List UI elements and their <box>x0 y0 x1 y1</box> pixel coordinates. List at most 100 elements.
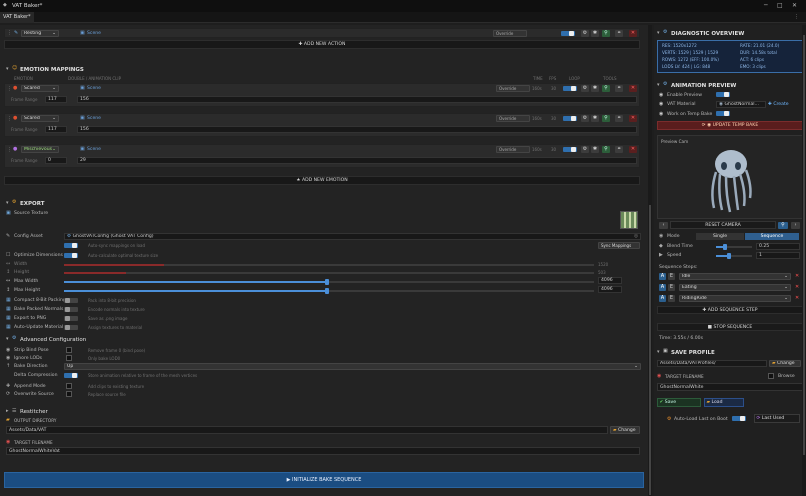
action-state-dropdown[interactable]: Resting ⌄ <box>21 30 59 37</box>
collapse-save-icon[interactable]: ▾ <box>657 350 660 355</box>
sync-mappings-button[interactable]: Sync Mappings <box>598 242 640 249</box>
collapse-export-icon[interactable]: ▾ <box>6 201 9 206</box>
collapse-anim-icon[interactable]: ▾ <box>657 83 660 88</box>
step-clip-dropdown[interactable]: RidingRide ⌄ <box>679 295 791 302</box>
override-button[interactable]: Override <box>496 146 530 153</box>
run-icon[interactable]: ⚲ <box>602 30 610 37</box>
camera-icon[interactable]: ⚲ <box>778 222 788 229</box>
overwrite-checkbox[interactable] <box>66 391 72 397</box>
delete-icon[interactable]: ✕ <box>629 85 637 92</box>
preview-viewport[interactable]: Preview Cam <box>657 135 803 219</box>
mode-single-tab[interactable]: Single <box>696 233 744 240</box>
frame-end-input[interactable]: 156 <box>77 126 637 133</box>
remove-step-icon[interactable]: ✕ <box>795 296 799 301</box>
step-e-button[interactable]: E <box>668 273 675 280</box>
link-icon[interactable]: ⚭ <box>615 30 623 37</box>
emotion-dropdown[interactable]: Scared ⌄ <box>21 85 59 92</box>
minimize-button[interactable]: ─ <box>764 2 768 9</box>
gear-icon[interactable]: ✱ <box>591 146 599 153</box>
loop-toggle[interactable] <box>563 147 577 152</box>
emotion-clip-link[interactable]: Scene <box>87 86 101 91</box>
enable-preview-toggle[interactable] <box>716 92 730 97</box>
load-profile-button[interactable]: ▰ Load <box>704 398 744 407</box>
auto-sync-toggle[interactable] <box>64 243 78 248</box>
target-filename-field[interactable]: GhostNormalWhiteVat <box>6 447 640 455</box>
auto-load-toggle[interactable] <box>732 416 746 421</box>
settings-icon[interactable]: ⚙ <box>581 30 589 37</box>
change-profile-button[interactable]: ▰ Change <box>769 360 801 367</box>
step-e-button[interactable]: E <box>668 295 675 302</box>
vat-material-field[interactable]: ◉ GhostNormal... <box>716 101 766 108</box>
step-a-button[interactable]: A <box>659 284 666 291</box>
frame-start-input[interactable]: 0 <box>45 157 67 164</box>
next-camera-icon[interactable]: › <box>791 222 800 229</box>
output-dir-field[interactable]: Assets/Data/VAT <box>6 426 608 434</box>
settings-icon[interactable]: ⚙ <box>581 115 589 122</box>
export-png-toggle[interactable] <box>64 316 78 321</box>
action-clip-link[interactable]: Scene <box>87 31 101 36</box>
step-clip-dropdown[interactable]: Eating ⌄ <box>679 284 791 291</box>
emotion-dropdown[interactable]: Scared ⌄ <box>21 115 59 122</box>
frame-start-input[interactable]: 117 <box>45 96 67 103</box>
frame-end-input[interactable]: 29 <box>77 157 637 164</box>
strip-bind-checkbox[interactable] <box>66 347 72 353</box>
add-sequence-step-button[interactable]: ✚ ADD SEQUENCE STEP <box>657 306 803 314</box>
more-options-icon[interactable]: ⋮ <box>794 15 799 20</box>
link-icon[interactable]: ⚭ <box>615 85 623 92</box>
reset-camera-button[interactable]: RESET CAMERA <box>670 221 776 229</box>
max-height-slider[interactable] <box>64 288 594 294</box>
grip-icon[interactable]: ⋮ <box>7 31 12 36</box>
delete-icon[interactable]: ✕ <box>629 30 637 37</box>
step-clip-dropdown[interactable]: Idle ⌄ <box>679 273 791 280</box>
collapse-diag-icon[interactable]: ▾ <box>657 31 660 36</box>
left-scrollbar[interactable] <box>648 25 652 496</box>
add-emotion-button[interactable]: ★ ADD NEW EMOTION <box>4 176 640 185</box>
grip-icon[interactable]: ⋮ <box>7 87 12 92</box>
frame-start-input[interactable]: 117 <box>45 126 67 133</box>
link-icon[interactable]: ⚭ <box>615 115 623 122</box>
height-slider[interactable] <box>64 272 594 274</box>
grip-icon[interactable]: ⋮ <box>7 117 12 122</box>
ignore-lods-checkbox[interactable] <box>66 355 72 361</box>
texture-thumbnail[interactable] <box>620 211 638 229</box>
step-e-button[interactable]: E <box>668 284 675 291</box>
collapse-restitcher-icon[interactable]: ▸ <box>6 409 9 414</box>
run-icon[interactable]: ⚲ <box>602 115 610 122</box>
profile-target-field[interactable]: GhostNormalWhite <box>657 383 803 391</box>
change-output-button[interactable]: ▰ Change <box>610 426 640 434</box>
work-temp-toggle[interactable] <box>716 111 730 116</box>
grip-icon[interactable]: ⋮ <box>7 148 12 153</box>
loop-toggle[interactable] <box>563 116 577 121</box>
auto-update-toggle[interactable] <box>64 325 78 330</box>
gear-icon[interactable]: ✱ <box>591 30 599 37</box>
remove-step-icon[interactable]: ✕ <box>795 285 799 290</box>
create-material-button[interactable]: ✚ Create <box>768 101 800 108</box>
append-checkbox[interactable] <box>66 383 72 389</box>
run-icon[interactable]: ⚲ <box>602 146 610 153</box>
speed-input[interactable]: 1 <box>756 252 800 259</box>
close-window-button[interactable]: ✕ <box>792 2 797 9</box>
tab-vat-baker[interactable]: VAT Baker* <box>0 12 34 23</box>
maximize-button[interactable]: □ <box>777 2 783 9</box>
emotion-dropdown[interactable]: Mischievous ⌄ <box>21 146 59 153</box>
loop-toggle[interactable] <box>561 31 575 36</box>
step-a-button[interactable]: A <box>659 273 666 280</box>
override-button[interactable]: Override <box>496 115 530 122</box>
prev-camera-icon[interactable]: ‹ <box>659 222 668 229</box>
save-profile-button[interactable]: ✔ Save <box>657 398 701 407</box>
compact-toggle[interactable] <box>64 298 78 303</box>
settings-icon[interactable]: ⚙ <box>581 85 589 92</box>
link-icon[interactable]: ⚭ <box>615 146 623 153</box>
settings-icon[interactable]: ⚙ <box>581 146 589 153</box>
delete-icon[interactable]: ✕ <box>629 146 637 153</box>
override-button[interactable]: Override <box>493 30 527 37</box>
profile-path-field[interactable]: Assets/Data/VATProfiles/ <box>657 360 767 367</box>
config-asset-field[interactable]: ⚙ GhostVATConfig (Ghost VAT Config) ◎ <box>64 233 641 240</box>
bake-normals-toggle[interactable] <box>64 307 78 312</box>
last-used-button[interactable]: ⟳ Last Used <box>754 414 800 423</box>
collapse-emotion-icon[interactable]: ▾ <box>6 67 9 72</box>
bake-direction-dropdown[interactable]: Up ⌄ <box>64 363 641 370</box>
emotion-clip-link[interactable]: Scene <box>87 147 101 152</box>
gear-icon[interactable]: ✱ <box>591 115 599 122</box>
loop-toggle[interactable] <box>563 86 577 91</box>
